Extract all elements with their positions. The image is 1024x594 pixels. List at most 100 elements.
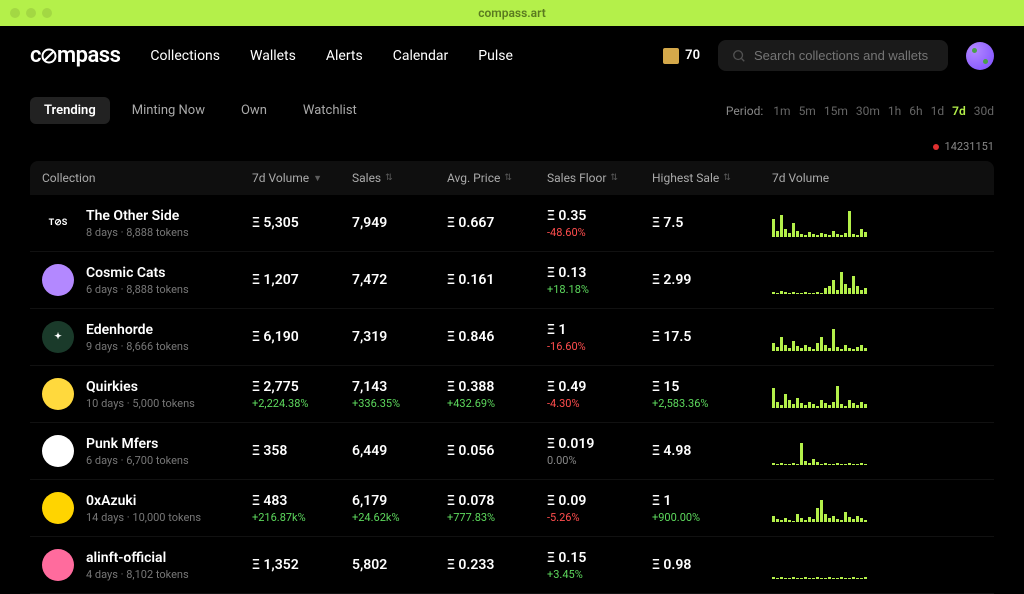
cell-value: Ξ 1,352 [252, 557, 299, 573]
sparkline [772, 437, 867, 465]
cell-delta: -4.30% [547, 397, 586, 410]
collection-meta: 6 days · 6,700 tokens [86, 454, 189, 467]
period-selector: Period: 1m 5m 15m 30m 1h 6h 1d 7d 30d [726, 104, 994, 118]
maximize-window-icon[interactable] [42, 8, 52, 18]
period-1d[interactable]: 1d [931, 104, 945, 118]
table-row[interactable]: alinft-official4 days · 8,102 tokensΞ 1,… [30, 537, 994, 594]
collection-avatar [42, 492, 74, 524]
tab-trending[interactable]: Trending [30, 97, 110, 124]
logo-text-after: mpass [57, 43, 120, 68]
period-30d[interactable]: 30d [974, 104, 994, 118]
cell-value: 5,802 [352, 557, 387, 573]
cell-delta: +18.18% [547, 283, 589, 296]
search-box[interactable] [718, 40, 948, 71]
points-icon [663, 48, 679, 64]
sort-icon: ⇅ [610, 173, 618, 183]
minimize-window-icon[interactable] [26, 8, 36, 18]
cell-value: Ξ 0.388 [447, 379, 495, 395]
col-collection[interactable]: Collection [42, 171, 252, 185]
period-options: 1m 5m 15m 30m 1h 6h 1d 7d 30d [773, 104, 994, 118]
period-label: Period: [726, 104, 763, 118]
period-7d[interactable]: 7d [952, 104, 966, 118]
col-sparkline: 7d Volume [772, 171, 982, 185]
cell-value: Ξ 0.056 [447, 443, 494, 459]
period-6h[interactable]: 6h [909, 104, 922, 118]
collection-name: 0xAzuki [86, 493, 201, 509]
tab-minting-now[interactable]: Minting Now [118, 97, 219, 124]
cell-value: Ξ 0.667 [447, 215, 494, 231]
collection-avatar [42, 264, 74, 296]
collection-meta: 9 days · 8,666 tokens [86, 340, 189, 353]
tab-watchlist[interactable]: Watchlist [289, 97, 371, 124]
cell-value: Ξ 2,775 [252, 379, 308, 395]
table-row[interactable]: ✦Edenhorde9 days · 8,666 tokensΞ 6,1907,… [30, 309, 994, 366]
cell-value: Ξ 0.161 [447, 272, 494, 288]
period-1m[interactable]: 1m [773, 104, 790, 118]
cell-value: Ξ 7.5 [652, 215, 683, 231]
cell-value: Ξ 2.99 [652, 272, 691, 288]
cell-value: 7,472 [352, 272, 387, 288]
sparkline [772, 323, 867, 351]
avatar[interactable] [966, 42, 994, 70]
cell-value: Ξ 0.09 [547, 493, 586, 509]
table-row[interactable]: Cosmic Cats6 days · 8,888 tokensΞ 1,2077… [30, 252, 994, 309]
cell-value: Ξ 0.98 [652, 557, 691, 573]
logo[interactable]: cmpass [30, 43, 120, 68]
collection-meta: 10 days · 5,000 tokens [86, 397, 195, 410]
col-highest-sale[interactable]: Highest Sale⇅ [652, 171, 772, 185]
nav-item-pulse[interactable]: Pulse [478, 48, 513, 64]
window-titlebar: compass.art [0, 0, 1024, 26]
nav-item-alerts[interactable]: Alerts [326, 48, 363, 64]
nav-item-wallets[interactable]: Wallets [250, 48, 296, 64]
col-avg-price[interactable]: Avg. Price⇅ [447, 171, 547, 185]
collection-avatar [42, 435, 74, 467]
collections-table: Collection 7d Volume▼ Sales⇅ Avg. Price⇅… [0, 161, 1024, 594]
cell-value: 7,319 [352, 329, 387, 345]
cell-value: Ξ 0.13 [547, 265, 589, 281]
collection-name: Quirkies [86, 379, 195, 395]
nav-item-collections[interactable]: Collections [150, 48, 220, 64]
sparkline [772, 266, 867, 294]
logo-text-before: c [30, 43, 41, 68]
collection-name: alinft-official [86, 550, 189, 566]
period-30m[interactable]: 30m [856, 104, 880, 118]
cell-value: Ξ 1,207 [252, 272, 299, 288]
period-5m[interactable]: 5m [799, 104, 816, 118]
cell-value: Ξ 4.98 [652, 443, 691, 459]
cell-value: Ξ 0.15 [547, 550, 586, 566]
period-15m[interactable]: 15m [824, 104, 848, 118]
sort-icon: ⇅ [385, 173, 393, 183]
cell-value: 6,449 [352, 443, 387, 459]
collection-avatar [42, 549, 74, 581]
search-input[interactable] [754, 48, 934, 63]
cell-delta: +2,583.36% [652, 397, 708, 410]
col-volume[interactable]: 7d Volume▼ [252, 171, 352, 185]
cell-delta: -5.26% [547, 511, 586, 524]
status-dot-icon [933, 144, 939, 150]
cell-value: Ξ 1 [547, 322, 586, 338]
table-row[interactable]: Punk Mfers6 days · 6,700 tokensΞ 3586,44… [30, 423, 994, 480]
cell-value: Ξ 6,190 [252, 329, 299, 345]
collection-name: The Other Side [86, 208, 189, 224]
collection-meta: 14 days · 10,000 tokens [86, 511, 201, 524]
tabs: Trending Minting Now Own Watchlist [30, 97, 371, 124]
close-window-icon[interactable] [10, 8, 20, 18]
points-badge[interactable]: 70 [663, 48, 700, 64]
collection-meta: 8 days · 8,888 tokens [86, 226, 189, 239]
cell-value: Ξ 0.233 [447, 557, 494, 573]
cell-value: Ξ 358 [252, 443, 287, 459]
period-1h[interactable]: 1h [888, 104, 901, 118]
table-row[interactable]: Quirkies 10 days · 5,000 tokens Ξ 2,775 +2,… [30, 366, 994, 423]
collection-meta: 6 days · 8,888 tokens [86, 283, 189, 296]
tab-own[interactable]: Own [227, 97, 281, 124]
points-value: 70 [685, 48, 700, 63]
nav-item-calendar[interactable]: Calendar [393, 48, 449, 64]
col-sales-floor[interactable]: Sales Floor⇅ [547, 171, 652, 185]
table-row[interactable]: 0xAzuki14 days · 10,000 tokensΞ 483+216.… [30, 480, 994, 537]
nav: Collections Wallets Alerts Calendar Pulse [150, 48, 512, 64]
sort-desc-icon: ▼ [313, 173, 322, 184]
table-row[interactable]: T⊘SThe Other Side8 days · 8,888 tokensΞ … [30, 195, 994, 252]
col-sales[interactable]: Sales⇅ [352, 171, 447, 185]
sparkline [772, 380, 867, 408]
cell-value: Ξ 483 [252, 493, 306, 509]
